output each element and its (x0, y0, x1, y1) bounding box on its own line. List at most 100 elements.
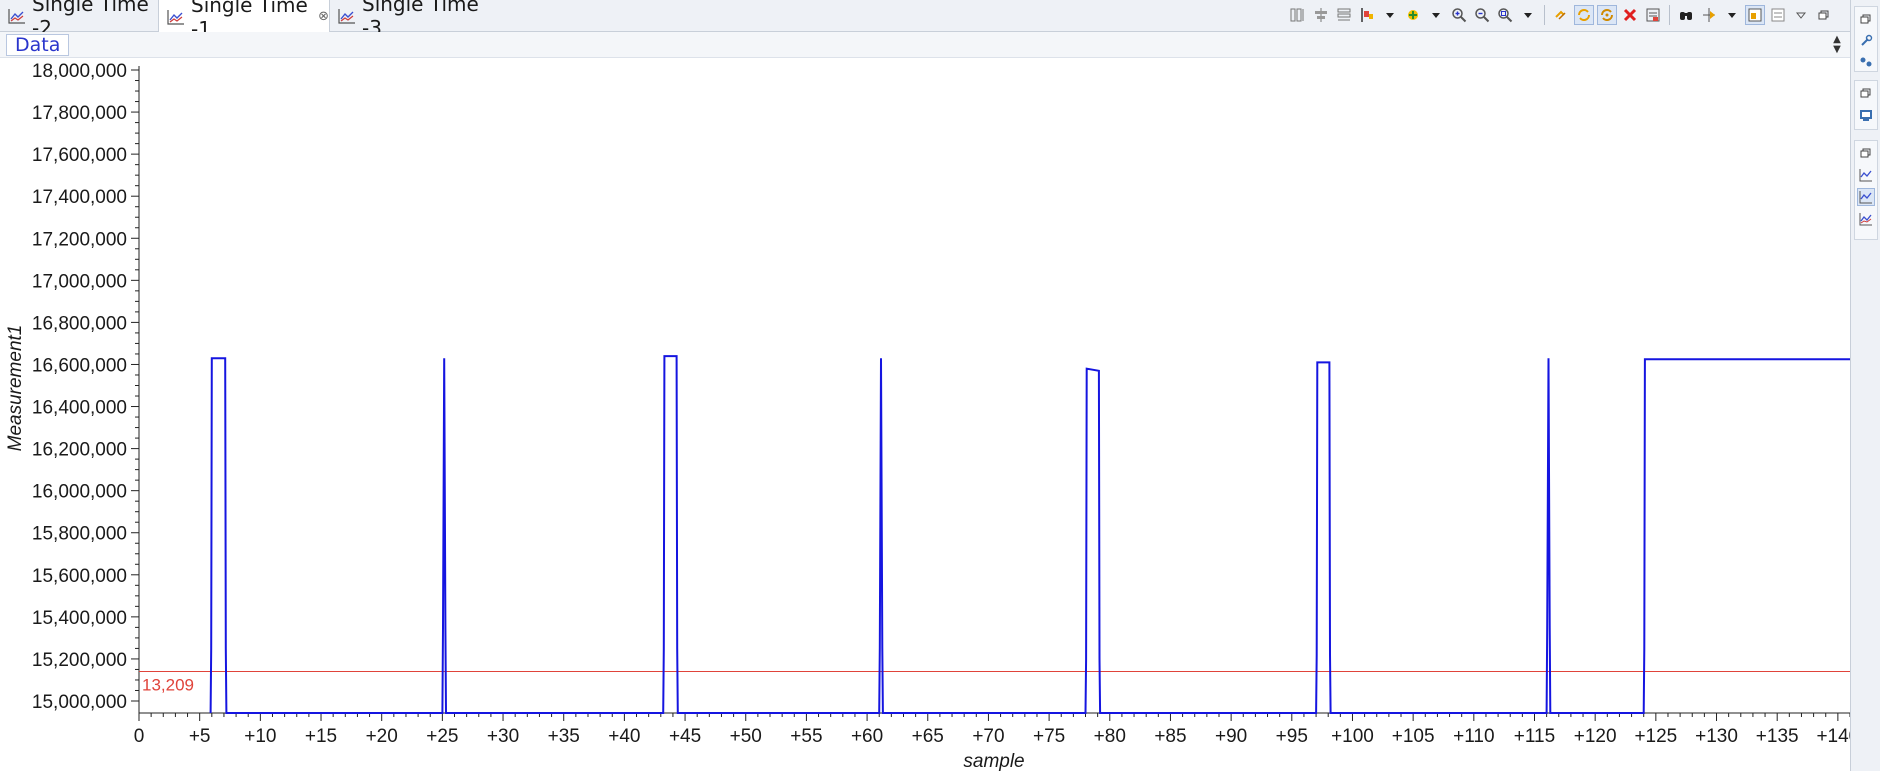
side-group-console (1854, 80, 1878, 130)
legend-icon[interactable] (1768, 5, 1788, 25)
y-tick-label: 15,800,000 (32, 524, 127, 545)
toolbar-separator (1544, 5, 1545, 25)
x-tick-label: +35 (548, 726, 580, 747)
restore-icon[interactable] (1857, 10, 1875, 28)
console-icon[interactable] (1857, 106, 1875, 124)
single-time-chart[interactable]: 15,000,000 15,200,000 15,400,000 15,600,000… (0, 58, 1850, 771)
align-icon[interactable] (1311, 5, 1331, 25)
x-tick-label: +140 (1816, 726, 1850, 747)
x-tick-label: +100 (1331, 726, 1374, 747)
x-tick-label: +50 (730, 726, 762, 747)
y-axis: 15,000,000 15,200,000 15,400,000 15,600,000… (32, 61, 140, 713)
y-tick-label: 15,400,000 (32, 608, 127, 629)
x-tick-label: +130 (1695, 726, 1738, 747)
tab-data[interactable]: Data (6, 34, 70, 56)
dropdown-icon[interactable] (1380, 5, 1400, 25)
marker-icon[interactable] (1357, 5, 1377, 25)
line-chart-icon (338, 9, 355, 24)
dropdown-icon[interactable] (1518, 5, 1538, 25)
x-tick-label: +75 (1033, 726, 1065, 747)
y-tick-label: 16,800,000 (32, 313, 127, 334)
tab-single-time-1[interactable]: Single Time -1 ⊗ (158, 0, 330, 41)
scroll-arrows[interactable]: ▲ ▼ (1830, 34, 1844, 56)
x-tick-label: 0 (134, 726, 145, 747)
x-tick-label: +135 (1756, 726, 1799, 747)
x-tick-label: +125 (1634, 726, 1677, 747)
x-tick-label: +95 (1276, 726, 1308, 747)
line-chart-icon (167, 9, 184, 25)
y-tick-label: 17,000,000 (32, 271, 127, 292)
x-tick-label: +70 (972, 726, 1004, 747)
x-tick-label: +40 (608, 726, 640, 747)
x-tick-label: +110 (1453, 726, 1494, 747)
y-tick-label: 18,000,000 (32, 61, 127, 82)
zoom-fit-icon[interactable] (1495, 5, 1515, 25)
toolbar-separator (1669, 5, 1670, 25)
export-icon[interactable] (1643, 5, 1663, 25)
y-tick-label: 15,600,000 (32, 566, 127, 587)
tab-single-time-2[interactable]: Single Time -2 (0, 0, 158, 40)
x-tick-label: +5 (189, 726, 211, 747)
line-chart-icon[interactable] (1857, 188, 1875, 206)
x-tick-label: +15 (305, 726, 337, 747)
dropdown-icon[interactable] (1426, 5, 1446, 25)
y-tick-label: 17,200,000 (32, 229, 127, 250)
close-icon[interactable]: ⊗ (318, 9, 329, 24)
add-icon[interactable] (1403, 5, 1423, 25)
wrench-icon[interactable] (1857, 32, 1875, 50)
zoom-in-icon[interactable] (1449, 5, 1469, 25)
x-tick-label: +60 (851, 726, 883, 747)
columns-icon[interactable] (1288, 5, 1308, 25)
x-tick-label: +80 (1094, 726, 1126, 747)
x-axis-title: sample (963, 751, 1024, 771)
restore-icon[interactable] (1814, 5, 1834, 25)
sync-all-icon[interactable] (1597, 5, 1617, 25)
cursor-icon[interactable] (1699, 5, 1719, 25)
y-tick-label: 17,600,000 (32, 145, 127, 166)
chevron-down-icon[interactable]: ▼ (1833, 45, 1841, 55)
right-side-panel (1850, 0, 1880, 771)
y-axis-title: Measurement1 (5, 325, 26, 452)
dropdown-icon[interactable] (1722, 5, 1742, 25)
y-tick-label: 17,800,000 (32, 103, 127, 124)
x-tick-label: +20 (366, 726, 398, 747)
zoom-out-icon[interactable] (1472, 5, 1492, 25)
layout-icon[interactable] (1745, 5, 1765, 25)
rows-icon[interactable] (1334, 5, 1354, 25)
link-icon[interactable] (1551, 5, 1571, 25)
y-tick-label: 16,000,000 (32, 482, 127, 503)
y-tick-label: 15,000,000 (32, 692, 127, 713)
line-chart-icon[interactable] (1857, 210, 1875, 228)
y-tick-label: 16,600,000 (32, 355, 127, 376)
y-tick-label: 15,200,000 (32, 650, 127, 671)
y-tick-label: 16,200,000 (32, 440, 127, 461)
x-tick-label: +30 (487, 726, 519, 747)
x-tick-label: +25 (426, 726, 458, 747)
x-tick-label: +55 (790, 726, 822, 747)
tab-single-time-3[interactable]: Single Time -3 (330, 0, 490, 40)
editor-tab-bar: Single Time -2 Single Time -1 ⊗ Single T… (0, 0, 1880, 41)
nodes-icon[interactable] (1857, 53, 1875, 71)
x-tick-label: +65 (912, 726, 944, 747)
x-tick-label: +115 (1514, 726, 1555, 747)
x-axis: 0 +5 +10 +15 +20 +25 +30 +35 +40 +45 +50 +55 +60 +65 +… (134, 712, 1850, 747)
x-tick-label: +10 (244, 726, 276, 747)
sync-icon[interactable] (1574, 5, 1594, 25)
marker-label: 13,209 (142, 676, 194, 695)
x-tick-label: +120 (1574, 726, 1617, 747)
x-tick-label: +105 (1392, 726, 1435, 747)
binoculars-icon[interactable] (1676, 5, 1696, 25)
side-group-charts (1854, 140, 1878, 240)
y-tick-label: 17,400,000 (32, 187, 127, 208)
view-menu-icon[interactable] (1791, 5, 1811, 25)
marker-line-group: 13,209 (139, 671, 1850, 695)
x-tick-label: +90 (1215, 726, 1247, 747)
series-line (209, 355, 1850, 714)
delete-icon[interactable] (1620, 5, 1640, 25)
line-chart-icon[interactable] (1857, 166, 1875, 184)
y-tick-label: 16,400,000 (32, 398, 127, 419)
restore-icon[interactable] (1857, 144, 1875, 162)
data-tab-bar: Data ▲ ▼ (0, 32, 1850, 58)
restore-icon[interactable] (1857, 84, 1875, 102)
x-tick-label: +85 (1154, 726, 1186, 747)
